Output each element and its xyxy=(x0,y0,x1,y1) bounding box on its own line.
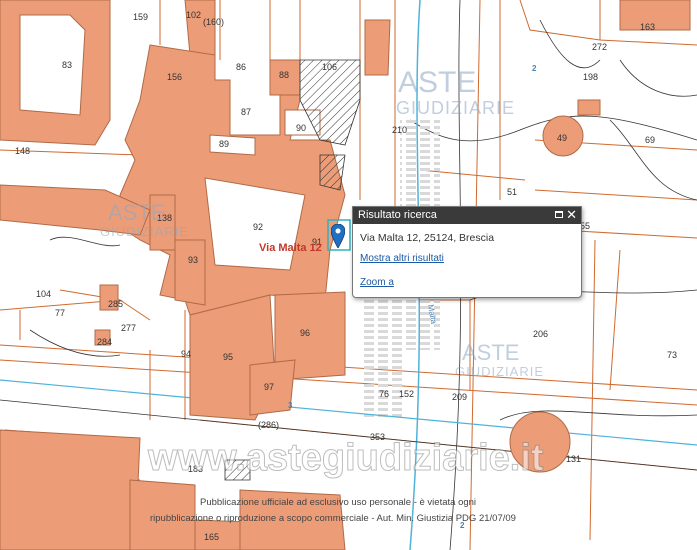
svg-text:131: 131 xyxy=(566,454,581,464)
search-result-popup: Risultato ricerca ✕ Via Malta 12, 25124,… xyxy=(352,206,582,298)
svg-text:198: 198 xyxy=(583,72,598,82)
svg-text:285: 285 xyxy=(108,299,123,309)
svg-text:152: 152 xyxy=(399,389,414,399)
popup-body: Via Malta 12, 25124, Brescia Mostra altr… xyxy=(353,224,581,296)
svg-text:210: 210 xyxy=(392,125,407,135)
svg-text:277: 277 xyxy=(121,323,136,333)
svg-text:GIUDIZIARIE: GIUDIZIARIE xyxy=(100,224,189,239)
svg-text:106: 106 xyxy=(322,62,337,72)
svg-text:92: 92 xyxy=(253,222,263,232)
svg-text:93: 93 xyxy=(188,255,198,265)
svg-text:(160): (160) xyxy=(203,17,224,27)
svg-text:88: 88 xyxy=(279,70,289,80)
svg-text:284: 284 xyxy=(97,337,112,347)
svg-text:87: 87 xyxy=(241,107,251,117)
location-pin-icon[interactable] xyxy=(331,224,345,248)
svg-text:104: 104 xyxy=(36,289,51,299)
svg-text:272: 272 xyxy=(592,42,607,52)
map-viewer[interactable]: 83 159 102 (160) 86 88 156 106 87 90 89 … xyxy=(0,0,697,550)
svg-text:(286): (286) xyxy=(258,420,279,430)
svg-text:83: 83 xyxy=(62,60,72,70)
svg-text:96: 96 xyxy=(300,328,310,338)
svg-text:156: 156 xyxy=(167,72,182,82)
svg-text:102: 102 xyxy=(186,10,201,20)
svg-text:97: 97 xyxy=(264,382,274,392)
maximize-icon[interactable] xyxy=(555,211,563,218)
svg-text:GIUDIZIARIE: GIUDIZIARIE xyxy=(455,364,544,379)
result-address: Via Malta 12, 25124, Brescia xyxy=(360,232,495,244)
svg-text:159: 159 xyxy=(133,12,148,22)
close-icon[interactable]: ✕ xyxy=(566,207,577,223)
svg-text:89: 89 xyxy=(219,139,229,149)
popup-header: Risultato ricerca ✕ xyxy=(353,207,581,224)
svg-text:ASTE: ASTE xyxy=(462,340,519,365)
more-results-link[interactable]: Mostra altri risultati xyxy=(360,253,574,264)
svg-text:www.astegiudiziarie.it: www.astegiudiziarie.it xyxy=(147,437,544,479)
svg-text:206: 206 xyxy=(533,329,548,339)
svg-text:3: 3 xyxy=(288,401,293,410)
svg-text:73: 73 xyxy=(667,350,677,360)
popup-title: Risultato ricerca xyxy=(358,209,437,221)
disclaimer-line-1: Pubblicazione ufficiale ad esclusivo uso… xyxy=(200,497,476,508)
svg-text:GIUDIZIARIE: GIUDIZIARIE xyxy=(396,98,515,118)
svg-text:49: 49 xyxy=(557,133,567,143)
svg-text:51: 51 xyxy=(507,187,517,197)
svg-text:163: 163 xyxy=(640,22,655,32)
svg-text:69: 69 xyxy=(645,135,655,145)
cadastral-map[interactable]: 83 159 102 (160) 86 88 156 106 87 90 89 … xyxy=(0,0,697,550)
svg-text:77: 77 xyxy=(55,308,65,318)
disclaimer-line-2: ripubblicazione o riproduzione a scopo c… xyxy=(150,513,516,524)
svg-text:209: 209 xyxy=(452,392,467,402)
svg-text:148: 148 xyxy=(15,146,30,156)
svg-text:2: 2 xyxy=(532,64,537,73)
zoom-to-link[interactable]: Zoom a xyxy=(360,277,574,288)
svg-text:94: 94 xyxy=(181,349,191,359)
svg-text:76: 76 xyxy=(379,389,389,399)
svg-text:90: 90 xyxy=(296,123,306,133)
svg-text:ASTE: ASTE xyxy=(398,66,476,99)
svg-text:ASTE: ASTE xyxy=(108,200,165,225)
svg-text:165: 165 xyxy=(204,532,219,542)
svg-text:86: 86 xyxy=(236,62,246,72)
svg-text:95: 95 xyxy=(223,352,233,362)
street-label: Via Malta 12 xyxy=(259,242,322,254)
